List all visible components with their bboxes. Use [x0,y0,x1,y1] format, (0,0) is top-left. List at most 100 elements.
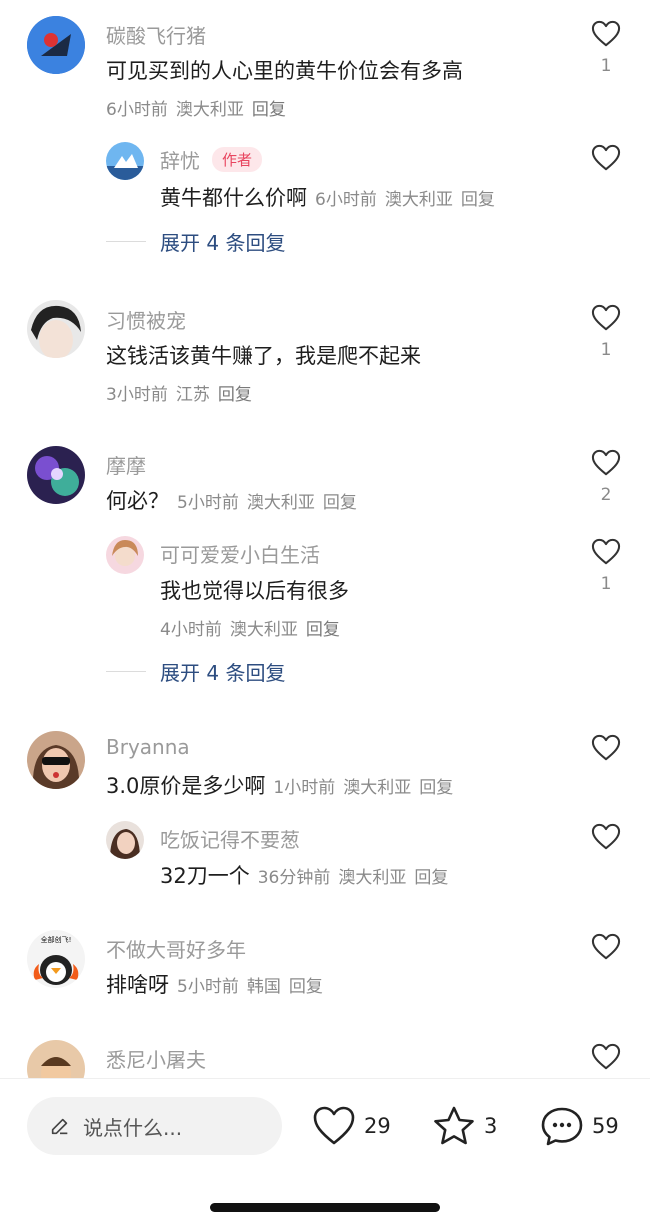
comment-text-line: 何必？ 5小时前 澳大利亚 回复 [106,485,357,515]
reply-button[interactable]: 回复 [419,778,453,798]
like-button[interactable]: 1 [590,20,622,76]
avatar[interactable]: 全部创飞! [27,930,85,988]
reply-button[interactable]: 回复 [414,868,448,888]
comment-author-name[interactable]: 不做大哥好多年 [106,934,246,963]
heart-outline-icon [591,144,621,171]
heart-outline-icon [591,449,621,476]
comment-count: 59 [592,1114,619,1138]
like-button[interactable] [590,144,622,172]
comment-input-placeholder: 说点什么... [83,1115,183,1140]
like-button[interactable]: 2 [590,449,622,505]
comment-location: 澳大利亚 [343,778,412,798]
comment-text: 何必？ [106,489,169,513]
comment-time: 3小时前 [106,385,168,405]
avatar[interactable] [27,731,85,789]
comment-time: 5小时前 [177,977,239,997]
avatar[interactable] [27,446,85,504]
comment-text: 排啥呀 [106,973,169,997]
reply-button[interactable]: 回复 [218,385,252,405]
reply-button[interactable]: 回复 [252,100,286,120]
like-button[interactable] [590,933,622,961]
heart-outline-icon [591,304,621,331]
avatar[interactable] [27,16,85,74]
reply-text: 我也觉得以后有很多 [160,579,349,603]
comment-author-name[interactable]: 碳酸飞行猪 [106,20,206,49]
pencil-icon [51,1118,68,1135]
avatar[interactable] [27,300,85,358]
avatar[interactable] [106,142,144,180]
comment-author-name[interactable]: Bryanna [106,735,190,759]
star-outline-icon [434,1106,474,1145]
comment-location: 澳大利亚 [175,100,244,120]
comment-time: 5小时前 [177,493,239,513]
reply-button[interactable]: 回复 [461,190,495,210]
like-button[interactable] [590,734,622,762]
home-indicator[interactable] [210,1203,440,1212]
reply-author-name[interactable]: 吃饭记得不要葱 [160,824,300,853]
comment-text: 这钱活该黄牛赚了，我是爬不起来 [106,344,421,368]
avatar-caption: 全部创飞! [41,935,72,944]
reply-button[interactable]: 回复 [306,620,340,640]
reply-text: 黄牛都什么价啊 [160,186,307,210]
reply-text: 32刀一个 [160,864,250,888]
bottom-action-bar: 说点什么... 29 3 59 [0,1078,650,1224]
reply-text-line: 黄牛都什么价啊 6小时前 澳大利亚 回复 [160,182,495,212]
heart-outline-icon [591,20,621,47]
comment-meta: 6小时前 澳大利亚 回复 [106,95,286,120]
comment-input[interactable]: 说点什么... [27,1097,282,1155]
comment-text: 3.0原价是多少啊 [106,774,266,798]
comment-button[interactable]: 59 [540,1105,619,1147]
comment-time: 6小时前 [106,100,168,120]
comment-text: 可见买到的人心里的黄牛价位会有多高 [106,59,463,83]
comment-meta: 1小时前 澳大利亚 回复 [273,778,453,798]
like-count: 1 [600,574,612,594]
reply-author-label: 辞忧 [160,149,200,173]
reply-meta: 4小时前 澳大利亚 回复 [160,615,340,640]
reply-button[interactable]: 回复 [289,977,323,997]
reply-author-name[interactable]: 可可爱爱小白生活 [160,539,320,568]
reply-location: 澳大利亚 [229,620,298,640]
like-button[interactable]: 1 [590,538,622,594]
comment-meta: 5小时前 澳大利亚 回复 [177,493,357,513]
favorite-count: 3 [484,1114,498,1138]
like-button[interactable] [590,1043,622,1071]
comment-location: 江苏 [175,385,210,405]
comment-author-name[interactable]: 悉尼小屠夫 [106,1044,206,1073]
heart-outline-icon [591,734,621,761]
expand-replies-link[interactable]: 展开 4 条回复 [106,657,285,686]
comment-location: 韩国 [246,977,281,997]
reply-meta: 6小时前 澳大利亚 回复 [315,190,495,210]
like-post-button[interactable]: 29 [312,1105,391,1147]
like-count: 29 [364,1114,391,1138]
comment-author-name[interactable]: 摩摩 [106,450,146,479]
comment-author-name[interactable]: 习惯被宠 [106,305,186,334]
comment-location: 澳大利亚 [246,493,315,513]
divider [106,671,146,672]
like-count: 1 [600,56,612,76]
heart-outline-icon [591,933,621,960]
reply-location: 澳大利亚 [384,190,453,210]
reply-time: 36分钟前 [257,868,331,888]
comment-text-line: 3.0原价是多少啊 1小时前 澳大利亚 回复 [106,770,453,800]
like-button[interactable]: 1 [590,304,622,360]
expand-replies-label: 展开 4 条回复 [160,231,286,255]
expand-replies-label: 展开 4 条回复 [160,661,286,685]
divider [106,241,146,242]
expand-replies-link[interactable]: 展开 4 条回复 [106,227,285,256]
reply-button[interactable]: 回复 [323,493,357,513]
avatar[interactable] [106,821,144,859]
comment-meta: 5小时前 韩国 回复 [177,977,323,997]
heart-outline-icon [591,538,621,565]
favorite-button[interactable]: 3 [432,1105,497,1147]
heart-outline-icon [591,1043,621,1070]
reply-text-line: 32刀一个 36分钟前 澳大利亚 回复 [160,860,448,890]
comment-text-line: 排啥呀 5小时前 韩国 回复 [106,969,323,999]
reply-author-name[interactable]: 辞忧 作者 [160,145,263,174]
like-button[interactable] [590,823,622,851]
comment-time: 1小时前 [273,778,336,798]
comment-meta: 3小时前 江苏 回复 [106,380,252,405]
author-badge: 作者 [212,147,263,172]
like-count: 1 [600,340,612,360]
reply-time: 4小时前 [160,620,222,640]
avatar[interactable] [106,536,144,574]
